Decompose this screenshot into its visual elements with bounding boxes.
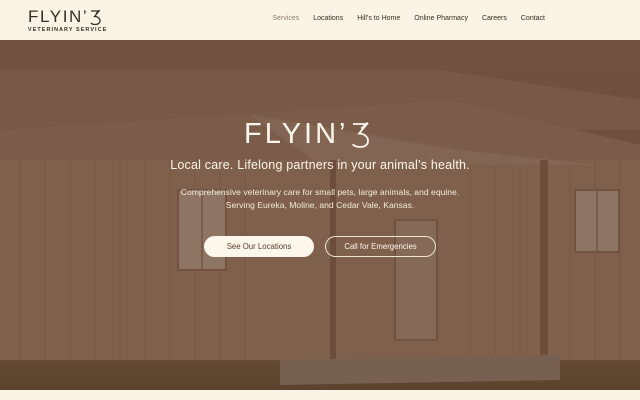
nav-item-services[interactable]: Services (272, 15, 299, 22)
hero-logo: FLYIN’ (244, 120, 370, 149)
logo-text: FLYIN’ (28, 7, 89, 26)
nav-item-careers[interactable]: Careers (482, 15, 507, 22)
next-section-edge (0, 390, 640, 400)
site-header: FLYIN’ VETERINARY SERVICE Services Locat… (0, 0, 640, 40)
logo-subtitle: VETERINARY SERVICE (28, 27, 108, 33)
hero-description: Comprehensive veterinary care for small … (0, 186, 640, 211)
logo-wordmark: FLYIN’ (28, 8, 107, 25)
site-logo[interactable]: FLYIN’ VETERINARY SERVICE (28, 8, 107, 33)
hero-description-line: Comprehensive veterinary care for small … (180, 187, 460, 197)
logo-brand-mark-icon (90, 9, 101, 25)
hero-brand-mark-icon (352, 121, 370, 148)
nav-item-contact[interactable]: Contact (521, 15, 545, 22)
hero-section: FLYIN’ Local care. Lifelong partners in … (0, 40, 640, 390)
hero-tagline: Local care. Lifelong partners in your an… (170, 158, 470, 172)
hero-content: FLYIN’ Local care. Lifelong partners in … (0, 40, 640, 390)
hero-logo-text: FLYIN’ (244, 118, 349, 150)
see-our-locations-button[interactable]: See Our Locations (204, 236, 314, 257)
nav-item-locations[interactable]: Locations (313, 15, 343, 22)
main-nav: Services Locations Hill’s to Home Online… (258, 15, 545, 22)
nav-item-online-pharmacy[interactable]: Online Pharmacy (414, 15, 468, 22)
nav-item-hills-to-home[interactable]: Hill’s to Home (357, 15, 400, 22)
hero-description-line: Serving Eureka, Moline, and Cedar Vale, … (225, 199, 415, 210)
call-for-emergencies-button[interactable]: Call for Emergencies (325, 236, 436, 257)
